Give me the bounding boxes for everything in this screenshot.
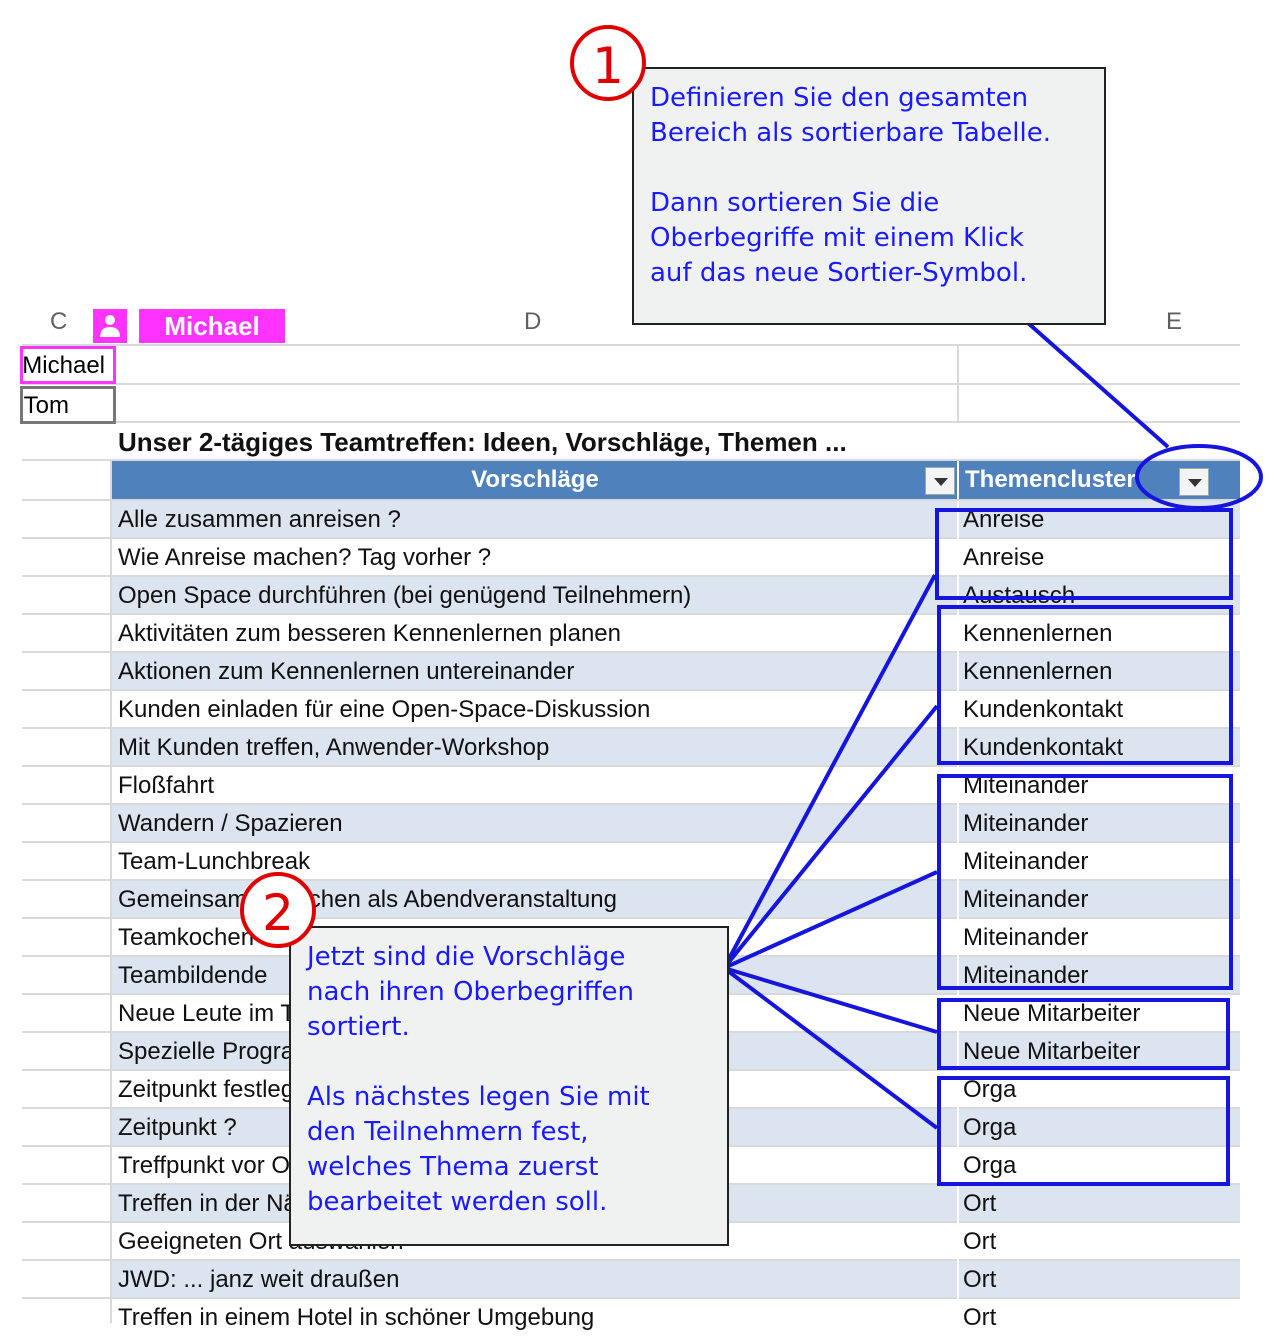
callout-1-line: Definieren Sie den gesamten (650, 83, 1029, 113)
group-box-orga (937, 1076, 1230, 1186)
callout-1-line: auf das neue Sortier-Symbol. (650, 258, 1028, 288)
callout-1: Definieren Sie den gesamten Bereich als … (632, 67, 1106, 325)
pointer-line-1 (1026, 321, 1170, 449)
pointer-line-2a (722, 574, 937, 969)
pointer-line-2b (722, 704, 939, 970)
step-badge-1: 1 (570, 25, 646, 101)
sort-highlight-ellipse (1135, 444, 1263, 510)
group-box-anreise (935, 508, 1233, 600)
callout-2-line: sortiert. (307, 1012, 410, 1042)
callout-1-line: Oberbegriffe mit einem Klick (650, 223, 1024, 253)
group-box-kennenlernen-kundenkontakt (937, 605, 1233, 765)
pointer-line-2e (722, 966, 939, 1130)
pointer-line-2d (723, 966, 938, 1034)
callout-2-line: Jetzt sind die Vorschläge (307, 942, 626, 972)
callout-2: Jetzt sind die Vorschläge nach ihren Obe… (289, 926, 729, 1246)
callout-2-line: nach ihren Oberbegriffen (307, 977, 634, 1007)
pointer-line-2c (723, 870, 938, 970)
callout-2-line: Als nächstes legen Sie mit (307, 1082, 650, 1112)
callout-2-line: welches Thema zuerst (307, 1152, 599, 1182)
callout-1-line: Dann sortieren Sie die (650, 188, 940, 218)
group-box-neue-mitarbeiter (937, 998, 1230, 1070)
callout-2-line: den Teilnehmern fest, (307, 1117, 589, 1147)
callout-1-line: Bereich als sortierbare Tabelle. (650, 118, 1051, 148)
callout-2-line: bearbeitet werden soll. (307, 1187, 608, 1217)
step-badge-2: 2 (240, 872, 316, 948)
group-box-miteinander (937, 774, 1233, 990)
